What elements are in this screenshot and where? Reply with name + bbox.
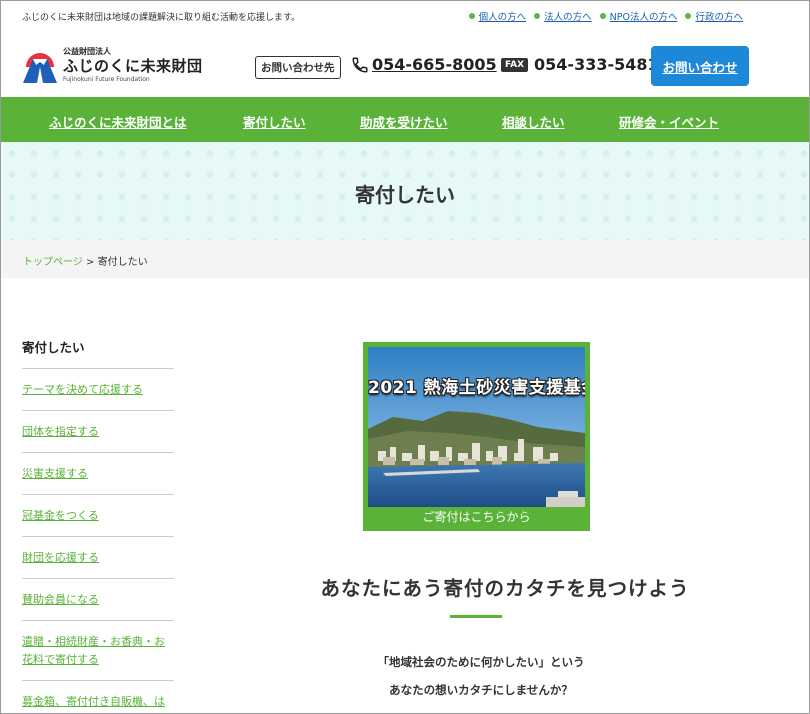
atami-landscape-image: 2021 熱海土砂災害支援基金 <box>368 347 585 507</box>
sidebar-item-theme: テーマを決めて応援する <box>22 369 174 411</box>
inquiry-button[interactable]: お問い合わせ <box>651 46 749 86</box>
breadcrumb: トップページ > 寄付したい <box>1 240 809 278</box>
atami-photo <box>368 347 585 507</box>
audience-link-npo[interactable]: NPO法人の方へ <box>599 9 677 23</box>
atami-fund-banner[interactable]: 2021 熱海土砂災害支援基金 ご寄付はこちらから <box>363 342 590 531</box>
bullet-icon <box>599 13 606 19</box>
global-nav: ふじのくに未来財団とは 寄付したい 助成を受けたい 相談したい 研修会・イベント <box>1 97 809 142</box>
sidebar-item-named-fund: 冠基金をつくる <box>22 495 174 537</box>
banner-caption: ご寄付はこちらから <box>422 510 531 524</box>
sidebar-item-organization: 団体を指定する <box>22 411 174 453</box>
site-tagline: ふじのくに未来財団は地域の課題解決に取り組む活動を応援します。 <box>22 13 301 23</box>
audience-links: 個人の方へ 法人の方へ NPO法人の方へ 行政の方へ <box>468 9 743 23</box>
sidebar-item-disaster: 災害支援する <box>22 453 174 495</box>
phone-icon <box>352 57 368 73</box>
nav-item-events[interactable]: 研修会・イベント <box>619 112 719 131</box>
bullet-icon <box>468 13 475 19</box>
logo-name: ふじのくに未来財団 <box>63 57 203 75</box>
contact-label: お問い合わせ先 <box>255 56 341 79</box>
bullet-icon <box>685 13 692 19</box>
logo-english-name: Fujinokuni Future Foundation <box>63 76 150 83</box>
breadcrumb-home-link[interactable]: トップページ <box>23 257 83 268</box>
banner-heading: 2021 熱海土砂災害支援基金 <box>368 378 585 398</box>
sidebar-list: テーマを決めて応援する 団体を指定する 災害支援する 冠基金をつくる 財団を応援… <box>22 369 174 713</box>
lead-text-2: あなたの想いカタチにしませんか？ <box>389 683 573 697</box>
audience-link-corporate[interactable]: 法人の方へ <box>534 9 592 23</box>
phone-number[interactable]: 054-665-8005 <box>351 55 497 74</box>
breadcrumb-separator: > <box>86 257 95 268</box>
heading-underline <box>450 615 502 618</box>
bullet-icon <box>534 13 541 19</box>
sidebar-item-support-foundation: 財団を応援する <box>22 537 174 579</box>
sidebar-title: 寄付したい <box>22 337 174 369</box>
audience-link-individual[interactable]: 個人の方へ <box>468 9 526 23</box>
sidebar-item-donation-box: 募金箱、寄付付き自販機、はがき等で寄付する <box>22 681 174 713</box>
main-heading: あなたにあう寄付のカタチを見つけよう <box>320 577 690 600</box>
sidebar-item-bequest: 遺贈・相続財産・お香典・お花料で寄付する <box>22 621 174 681</box>
top-bar: ふじのくに未来財団は地域の課題解決に取り組む活動を応援します。 個人の方へ 法人… <box>1 1 809 31</box>
site-logo[interactable]: 公益財団法人 ふじのくに未来財団 Fujinokuni Future Found… <box>23 45 203 85</box>
nav-item-consult[interactable]: 相談したい <box>502 112 565 131</box>
nav-item-grants[interactable]: 助成を受けたい <box>360 112 448 131</box>
sidebar-item-member: 賛助会員になる <box>22 579 174 621</box>
mountain-logo-icon <box>23 53 57 83</box>
page-title: 寄付したい <box>355 183 455 207</box>
nav-item-about[interactable]: ふじのくに未来財団とは <box>49 112 187 131</box>
page-frame: ふじのくに未来財団は地域の課題解決に取り組む活動を応援します。 個人の方へ 法人… <box>0 0 810 714</box>
page-title-band: 寄付したい <box>1 142 809 240</box>
breadcrumb-current: 寄付したい <box>97 257 148 268</box>
lead-text-1: 「地域社会のために何かしたい」という <box>377 655 585 669</box>
sidebar: 寄付したい テーマを決めて応援する 団体を指定する 災害支援する 冠基金をつくる… <box>22 337 174 713</box>
nav-item-donate[interactable]: 寄付したい <box>243 112 306 131</box>
audience-link-government[interactable]: 行政の方へ <box>685 9 743 23</box>
fax-tag: FAX <box>501 57 529 72</box>
fax-number: FAX 054-333-5481 <box>501 55 659 74</box>
site-header: 公益財団法人 ふじのくに未来財団 Fujinokuni Future Found… <box>1 37 809 95</box>
